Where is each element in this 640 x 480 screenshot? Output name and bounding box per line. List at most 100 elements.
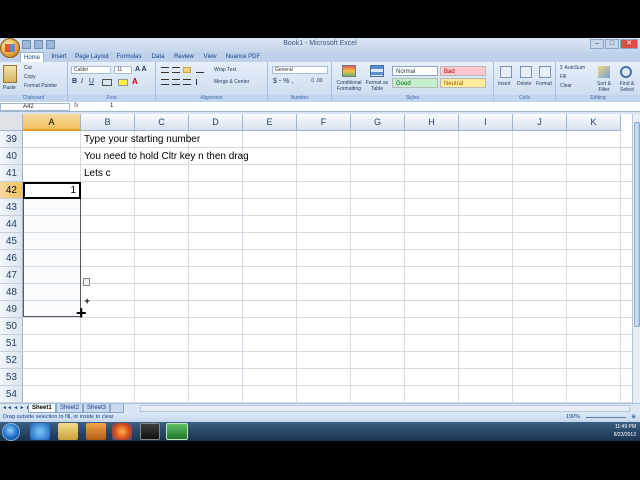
internet-explorer-icon[interactable]: [30, 423, 50, 440]
row-header-54[interactable]: 54: [0, 386, 23, 403]
tab-data[interactable]: Data: [148, 52, 168, 62]
row-header-53[interactable]: 53: [0, 369, 23, 386]
top-align-icon[interactable]: [161, 67, 169, 73]
column-header-j[interactable]: J: [513, 114, 567, 131]
cell-b40[interactable]: You need to hold Cltr key n then drag: [84, 148, 249, 165]
paste-icon[interactable]: [3, 65, 17, 83]
row-header-39[interactable]: 39: [0, 131, 23, 148]
row-header-44[interactable]: 44: [0, 216, 23, 233]
tab-home[interactable]: Home: [20, 52, 44, 62]
media-player-icon[interactable]: [86, 423, 106, 440]
style-neutral[interactable]: Neutral: [440, 78, 486, 88]
merge-center-button[interactable]: Merge & Center: [214, 79, 249, 85]
fill-color-icon[interactable]: [118, 79, 128, 86]
tab-nuance-pdf[interactable]: Nuance PDF: [224, 52, 262, 62]
column-header-a[interactable]: A: [23, 114, 81, 131]
font-size-combo[interactable]: 11: [114, 66, 132, 74]
italic-button[interactable]: I: [81, 78, 83, 85]
row-header-47[interactable]: 47: [0, 267, 23, 284]
align-right-icon[interactable]: [183, 79, 191, 85]
insert-cells-icon[interactable]: [500, 66, 512, 78]
excel-taskbar-icon[interactable]: [166, 423, 188, 440]
row-header-42[interactable]: 42: [0, 182, 23, 199]
format-painter-button[interactable]: Format Painter: [24, 83, 57, 89]
name-box[interactable]: A42: [0, 103, 70, 111]
cell-b41[interactable]: Lets c: [84, 165, 111, 182]
row-header-52[interactable]: 52: [0, 352, 23, 369]
style-good[interactable]: Good: [392, 78, 438, 88]
firefox-icon[interactable]: [112, 423, 132, 440]
font-name-combo[interactable]: Calibri: [71, 66, 111, 74]
horizontal-scrollbar[interactable]: [140, 405, 630, 412]
start-button-icon[interactable]: [2, 423, 20, 441]
formula-input[interactable]: 1: [110, 103, 630, 111]
underline-button[interactable]: U: [89, 78, 94, 85]
tab-insert[interactable]: Insert: [48, 52, 70, 62]
selection-range[interactable]: [23, 182, 81, 317]
sheet-tab-sheet3[interactable]: Sheet3: [83, 404, 111, 413]
paste-button[interactable]: Paste: [3, 85, 16, 91]
sort-filter-button[interactable]: Sort & Filter: [594, 81, 614, 93]
minimize-icon[interactable]: –: [590, 39, 604, 49]
row-header-48[interactable]: 48: [0, 284, 23, 301]
insert-cells-button[interactable]: Insert: [498, 81, 511, 87]
insert-function-icon[interactable]: fx: [74, 103, 102, 111]
zoom-level[interactable]: 190%: [566, 413, 580, 422]
sheet-tab-sheet2[interactable]: Sheet2: [56, 404, 84, 413]
indent-icon[interactable]: [196, 79, 204, 85]
row-header-43[interactable]: 43: [0, 199, 23, 216]
format-table-button[interactable]: Format as Table: [365, 80, 389, 92]
column-header-c[interactable]: C: [135, 114, 189, 131]
row-header-51[interactable]: 51: [0, 335, 23, 352]
align-center-icon[interactable]: [172, 79, 180, 85]
format-table-icon[interactable]: [370, 65, 384, 77]
tab-review[interactable]: Review: [172, 52, 196, 62]
column-header-b[interactable]: B: [81, 114, 135, 131]
column-header-h[interactable]: H: [405, 114, 459, 131]
active-cell-a42[interactable]: 1: [23, 182, 81, 199]
clock-time[interactable]: 11:49 PM: [566, 423, 636, 431]
find-select-icon[interactable]: [620, 66, 632, 78]
auto-fill-options-icon[interactable]: [83, 278, 90, 286]
cell-b39[interactable]: Type your starting number: [84, 131, 200, 148]
column-header-i[interactable]: I: [459, 114, 513, 131]
row-header-45[interactable]: 45: [0, 233, 23, 250]
format-cells-button[interactable]: Format: [536, 81, 552, 87]
bold-button[interactable]: B: [72, 78, 77, 85]
tab-formulas[interactable]: Formulas: [114, 52, 144, 62]
clock-date[interactable]: 8/23/2013: [566, 431, 636, 439]
delete-cells-icon[interactable]: [520, 66, 532, 78]
conditional-formatting-button[interactable]: Conditional Formatting: [335, 80, 363, 92]
column-header-k[interactable]: K: [567, 114, 621, 131]
row-header-41[interactable]: 41: [0, 165, 23, 182]
zoom-in-icon[interactable]: ⊕: [631, 413, 636, 422]
conditional-formatting-icon[interactable]: [342, 65, 356, 77]
delete-cells-button[interactable]: Delete: [517, 81, 531, 87]
tab-page-layout[interactable]: Page Layout: [74, 52, 110, 62]
column-header-g[interactable]: G: [351, 114, 405, 131]
middle-align-icon[interactable]: [172, 67, 180, 73]
row-header-50[interactable]: 50: [0, 318, 23, 335]
tab-view[interactable]: View: [200, 52, 220, 62]
decimal-icon[interactable]: .0 .00: [310, 78, 323, 84]
find-select-button[interactable]: Find & Select: [616, 81, 638, 93]
borders-icon[interactable]: [102, 79, 112, 86]
cut-button[interactable]: Cut: [24, 65, 32, 71]
currency-icon[interactable]: $ - % ,: [273, 78, 293, 85]
style-normal[interactable]: Normal: [392, 66, 438, 76]
copy-button[interactable]: Copy: [24, 74, 36, 80]
sort-filter-icon[interactable]: [598, 66, 610, 78]
clear-button[interactable]: Clear: [560, 83, 572, 89]
select-all-corner[interactable]: [0, 114, 23, 131]
vertical-scroll-thumb[interactable]: [634, 122, 640, 327]
office-button-icon[interactable]: [0, 38, 20, 58]
row-header-46[interactable]: 46: [0, 250, 23, 267]
row-header-40[interactable]: 40: [0, 148, 23, 165]
style-bad[interactable]: Bad: [440, 66, 486, 76]
column-header-e[interactable]: E: [243, 114, 297, 131]
close-icon[interactable]: ✕: [620, 39, 638, 49]
zoom-slider[interactable]: [586, 417, 626, 418]
wrap-text-button[interactable]: Wrap Text: [214, 67, 236, 73]
align-left-icon[interactable]: [161, 79, 169, 85]
worksheet-grid[interactable]: ABCDEFGHIJK 39 40 41 42 43 44 45 46 47 48 49 50 51 52…: [0, 114, 632, 403]
